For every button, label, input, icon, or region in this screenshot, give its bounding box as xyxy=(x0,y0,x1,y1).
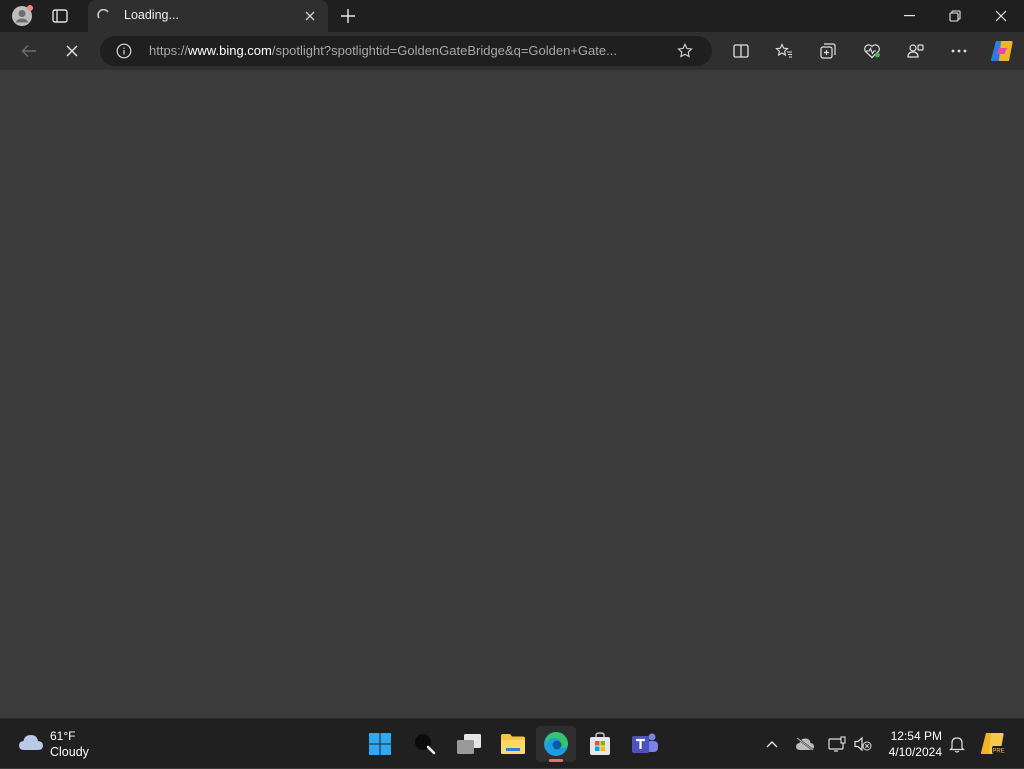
star-icon xyxy=(677,43,693,58)
folder-icon xyxy=(501,734,525,754)
file-explorer-button[interactable] xyxy=(499,730,527,758)
profile-icon xyxy=(12,5,33,26)
add-favorite-button[interactable] xyxy=(676,42,694,60)
minimize-icon xyxy=(903,15,915,17)
browser-essentials-button[interactable] xyxy=(861,40,883,62)
cloud-icon xyxy=(19,735,43,750)
network-tray-icon[interactable] xyxy=(826,733,848,755)
restore-button[interactable] xyxy=(942,6,968,26)
tab-actions-button[interactable] xyxy=(48,6,72,26)
split-screen-button[interactable] xyxy=(730,40,752,62)
more-horizontal-icon xyxy=(951,49,967,53)
restore-icon xyxy=(949,10,961,22)
copilot-icon xyxy=(990,41,1013,61)
show-hidden-icons-button[interactable] xyxy=(762,734,782,754)
bell-icon xyxy=(949,737,965,753)
active-app-indicator xyxy=(549,759,563,762)
tab-title: Loading... xyxy=(124,8,179,22)
weather-temp: 61°F xyxy=(50,729,76,743)
cloud-offline-icon xyxy=(796,737,814,751)
loading-spinner-icon xyxy=(96,8,112,24)
site-info-icon[interactable] xyxy=(116,43,132,59)
store-icon xyxy=(590,732,610,755)
clock-date: 4/10/2024 xyxy=(888,745,942,759)
copilot-button[interactable] xyxy=(988,37,1016,65)
volume-muted-icon xyxy=(854,736,872,752)
volume-tray-icon[interactable] xyxy=(852,733,874,755)
stop-loading-button[interactable] xyxy=(59,38,85,64)
extensions-icon xyxy=(907,44,924,58)
extensions-button[interactable] xyxy=(905,40,927,62)
edge-taskbar-button[interactable] xyxy=(536,726,576,762)
edge-icon xyxy=(544,732,568,756)
svg-text:PRE: PRE xyxy=(992,749,1004,755)
teams-icon xyxy=(632,733,658,753)
taskbar: 61°F Cloudy 12:54 PM 4/10/2024 PRE xyxy=(0,718,1024,768)
windows-logo-icon xyxy=(369,733,391,755)
close-icon xyxy=(305,11,315,21)
chevron-up-icon xyxy=(766,741,778,748)
start-button[interactable] xyxy=(366,730,394,758)
copilot-pre-icon: PRE xyxy=(980,733,1005,755)
url-path: /spotlight?spotlightid=GoldenGateBridge&… xyxy=(271,43,617,58)
settings-more-button[interactable] xyxy=(948,40,970,62)
new-tab-button[interactable] xyxy=(336,4,360,28)
favorites-button[interactable] xyxy=(773,40,795,62)
close-window-button[interactable] xyxy=(988,6,1014,26)
split-screen-icon xyxy=(733,44,749,58)
stop-icon xyxy=(66,45,78,57)
collections-button[interactable] xyxy=(817,40,839,62)
plus-icon xyxy=(341,9,355,23)
search-icon xyxy=(415,734,436,755)
title-bar: Loading... xyxy=(0,0,1024,32)
network-icon xyxy=(828,736,846,752)
collections-icon xyxy=(820,43,836,59)
weather-desc: Cloudy xyxy=(50,745,89,759)
weather-widget[interactable]: 61°F Cloudy xyxy=(10,719,120,769)
url-scheme: https:// xyxy=(149,43,189,58)
page-content[interactable] xyxy=(0,70,1024,718)
profile-avatar[interactable] xyxy=(8,4,36,28)
tab-actions-icon xyxy=(52,9,68,23)
back-button[interactable] xyxy=(16,38,42,64)
back-arrow-icon xyxy=(21,45,36,57)
store-button[interactable] xyxy=(586,730,614,758)
clock-time: 12:54 PM xyxy=(890,729,942,743)
task-view-icon xyxy=(457,734,481,754)
address-bar[interactable]: https://www.bing.com/spotlight?spotlight… xyxy=(100,36,712,66)
url-text: https://www.bing.com/spotlight?spotlight… xyxy=(149,43,669,58)
minimize-button[interactable] xyxy=(896,6,922,26)
close-icon xyxy=(995,10,1007,22)
copilot-taskbar-button[interactable]: PRE xyxy=(978,730,1008,758)
notifications-button[interactable] xyxy=(946,733,968,755)
browser-tab-active[interactable]: Loading... xyxy=(88,0,328,32)
url-host: www.bing.com xyxy=(188,43,272,58)
onedrive-tray-icon[interactable] xyxy=(793,734,817,754)
favorites-list-icon xyxy=(775,43,792,58)
search-button[interactable] xyxy=(411,730,439,758)
heart-pulse-icon xyxy=(864,44,880,59)
teams-button[interactable] xyxy=(630,730,660,758)
task-view-button[interactable] xyxy=(455,730,483,758)
tab-close-button[interactable] xyxy=(302,8,318,24)
